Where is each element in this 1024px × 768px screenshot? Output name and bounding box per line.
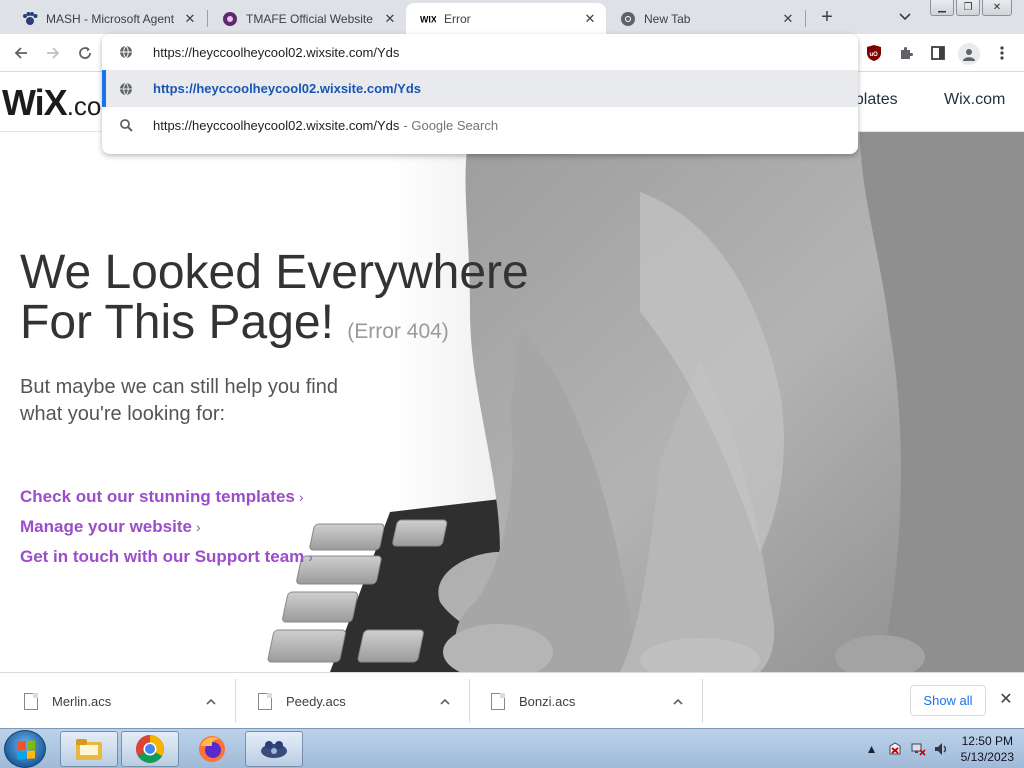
close-window-icon[interactable]: ✕ [982,0,1012,16]
wix-logo[interactable]: WiX.co [2,82,101,124]
page-content: WiX.co nplates Wix.com We Looked Everywh… [0,72,1024,672]
download-item[interactable]: Bonzi.acs [469,679,703,723]
restore-icon[interactable]: ❐ [956,0,980,16]
mash-taskbar-button[interactable] [245,731,303,767]
headline-line-1: We Looked Everywhere [20,246,529,299]
omnibox-suggestion-search[interactable]: https://heyccoolheycool02.wixsite.com/Yd… [102,107,858,144]
chevron-right-icon: › [195,519,201,535]
volume-icon[interactable] [931,739,951,759]
file-icon [491,692,505,710]
suggestion-text: https://heyccoolheycool02.wixsite.com/Yd… [153,81,422,96]
network-icon[interactable] [908,739,928,759]
close-tab-icon[interactable]: ✕ [182,11,198,27]
paw-icon [22,11,38,27]
download-filename: Peedy.acs [286,693,346,709]
explorer-taskbar-button[interactable] [60,731,118,767]
omnibox-suggestion-url[interactable]: https://heyccoolheycool02.wixsite.com/Yd… [102,70,858,107]
puzzle-icon[interactable] [896,43,916,63]
support-link[interactable]: Get in touch with our Support team › [20,542,313,572]
wix-icon: WIX [420,11,436,27]
windows-taskbar: ▲ 12:50 PM 5/13/2023 [0,728,1024,768]
folder-icon [76,739,102,760]
close-tab-icon[interactable]: ✕ [780,11,796,27]
clock-time: 12:50 PM [961,734,1013,748]
windows-logo-icon [17,740,35,760]
tab-title: TMAFE Official Website [246,11,373,26]
new-tab-button[interactable]: + [816,6,838,28]
file-icon [258,692,272,710]
firefox-taskbar-button[interactable] [183,731,241,767]
side-panel-icon[interactable] [928,43,948,63]
address-bar[interactable]: https://heyccoolheycool02.wixsite.com/Yd… [102,34,858,70]
search-icon [102,119,150,132]
subtitle: But maybe we can still help you find wha… [20,376,338,425]
tab-error[interactable]: WIX Error ✕ [406,3,606,34]
file-icon [24,692,38,710]
chrome-taskbar-button[interactable] [121,731,179,767]
omnibox-dropdown: https://heyccoolheycool02.wixsite.com/Yd… [102,34,858,154]
chevron-up-icon[interactable] [668,694,688,708]
tab-tmafe[interactable]: TMAFE Official Website ✕ [208,3,406,34]
download-filename: Merlin.acs [52,693,112,709]
chevron-down-icon[interactable] [896,8,914,26]
manage-website-link[interactable]: Manage your website › [20,512,313,542]
download-filename: Bonzi.acs [519,693,576,709]
tab-title: New Tab [644,11,691,26]
globe-icon [102,82,150,96]
clock[interactable]: 12:50 PM 5/13/2023 [961,733,1014,765]
ublock-label: uO [870,52,879,58]
nav-wix-link[interactable]: Wix.com [944,91,1005,109]
firefox-icon [199,736,225,762]
tab-strip: MASH - Microsoft Agent ✕ TMAFE Official … [0,0,1024,34]
action-center-icon[interactable] [885,739,905,759]
page-title: We Looked Everywhere For This Page! (Err… [20,248,529,357]
tab-new-tab[interactable]: New Tab ✕ [606,3,804,34]
mash-icon [261,741,287,758]
forward-icon[interactable] [42,42,64,64]
suggestion-text: https://heyccoolheycool02.wixsite.com/Yd… [153,118,400,133]
help-links: Check out our stunning templates › Manage… [20,482,313,572]
globe-icon [102,45,150,59]
download-item[interactable]: Merlin.acs [2,679,236,723]
clock-date: 5/13/2023 [960,750,1014,764]
download-bar: Merlin.acs Peedy.acs Bonzi.acs Show all … [0,672,1024,728]
system-tray: ▲ 12:50 PM 5/13/2023 [859,732,1014,766]
window-controls: ▁ ❐ ✕ [928,0,1012,16]
close-tab-icon[interactable]: ✕ [382,11,398,27]
chevron-right-icon: › [308,549,313,565]
tmafe-icon [222,11,238,27]
chevron-right-icon: › [298,489,304,505]
tray-expand-icon[interactable]: ▲ [862,739,882,759]
close-tab-icon[interactable]: ✕ [582,11,598,27]
tab-mash[interactable]: MASH - Microsoft Agent ✕ [8,3,206,34]
back-icon[interactable] [10,42,32,64]
profile-icon[interactable] [958,43,980,65]
chevron-up-icon[interactable] [435,694,455,708]
start-button[interactable] [4,730,46,768]
suggestion-hint: - Google Search [403,118,499,133]
close-icon[interactable]: ✕ [996,689,1016,709]
tab-title: MASH - Microsoft Agent [46,11,175,26]
chrome-icon [136,735,164,763]
show-all-button[interactable]: Show all [910,685,986,716]
minimize-icon[interactable]: ▁ [930,0,954,16]
templates-link[interactable]: Check out our stunning templates › [20,482,313,512]
kebab-menu-icon[interactable] [992,43,1012,63]
chevron-up-icon[interactable] [201,694,221,708]
download-item[interactable]: Peedy.acs [236,679,470,723]
headline-line-2: For This Page! (Error 404) [20,296,449,349]
tab-title: Error [444,11,471,26]
reload-icon[interactable] [74,42,96,64]
svg-text:WIX: WIX [420,14,436,24]
error-code: (Error 404) [347,320,449,343]
address-input[interactable]: https://heyccoolheycool02.wixsite.com/Yd… [153,45,399,60]
ublock-icon[interactable]: uO [864,43,884,63]
chrome-icon [620,11,636,27]
tab-separator [805,10,806,27]
